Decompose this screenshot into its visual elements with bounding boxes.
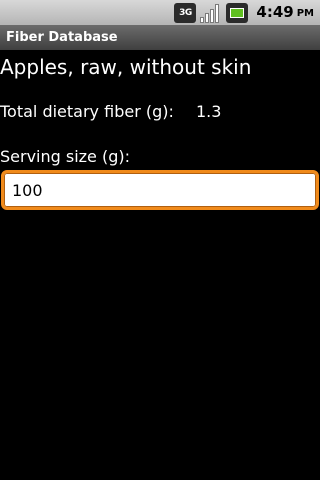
app-title: Fiber Database xyxy=(6,30,118,45)
battery-icon xyxy=(226,2,249,23)
signal-strength-icon xyxy=(200,3,222,23)
network-3g-icon: 3G xyxy=(174,2,197,23)
app-screen: 3G 4:49 PM Fiber Database Apples, raw, w… xyxy=(0,0,320,480)
status-time: 4:49 xyxy=(256,3,294,21)
food-name: Apples, raw, without skin xyxy=(0,55,252,79)
status-bar: 3G 4:49 PM xyxy=(0,0,320,25)
fiber-value: 1.3 xyxy=(196,102,222,121)
fiber-label: Total dietary fiber (g): xyxy=(0,102,174,121)
status-ampm: PM xyxy=(296,8,314,19)
network-type-label: 3G xyxy=(179,7,192,18)
serving-size-label: Serving size (g): xyxy=(0,147,131,166)
serving-size-input[interactable] xyxy=(1,170,319,210)
fiber-row: Total dietary fiber (g): 1.3 xyxy=(0,100,320,124)
app-title-bar: Fiber Database xyxy=(0,25,320,50)
